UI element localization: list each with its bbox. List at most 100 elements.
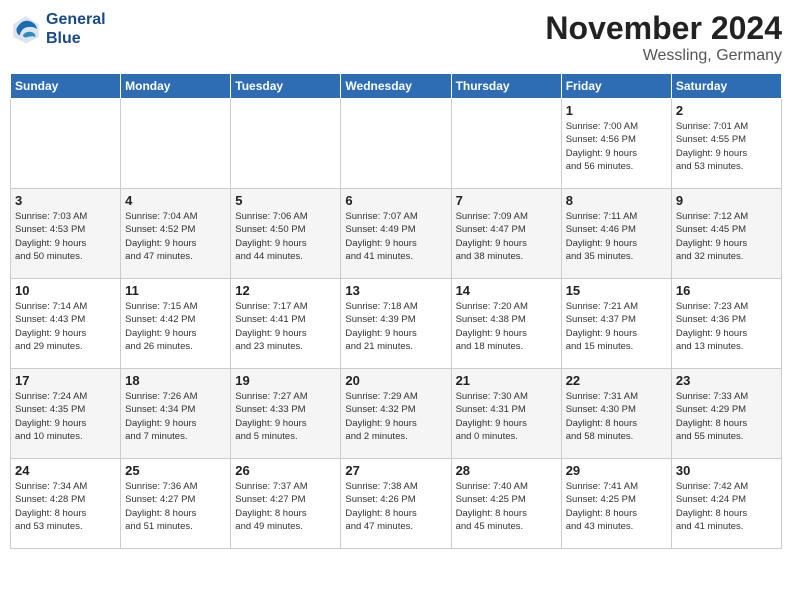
day-number: 8 [566, 193, 667, 208]
day-info: Sunrise: 7:07 AM Sunset: 4:49 PM Dayligh… [345, 210, 446, 263]
calendar-header-row: SundayMondayTuesdayWednesdayThursdayFrid… [11, 74, 782, 99]
logo: General Blue [10, 10, 106, 48]
title-area: November 2024 Wessling, Germany [545, 10, 782, 65]
day-info: Sunrise: 7:20 AM Sunset: 4:38 PM Dayligh… [456, 300, 557, 353]
day-number: 2 [676, 103, 777, 118]
day-number: 15 [566, 283, 667, 298]
calendar-cell: 13 Sunrise: 7:18 AM Sunset: 4:39 PM Dayli… [341, 279, 451, 369]
calendar-body: 1 Sunrise: 7:00 AM Sunset: 4:56 PM Daylig… [11, 99, 782, 549]
day-number: 11 [125, 283, 226, 298]
calendar-cell: 7 Sunrise: 7:09 AM Sunset: 4:47 PM Daylig… [451, 189, 561, 279]
calendar-cell: 15 Sunrise: 7:21 AM Sunset: 4:37 PM Dayli… [561, 279, 671, 369]
calendar-week-row: 10Sunrise: 7:14 AM Sunset: 4:43 PM Dayli… [11, 279, 782, 369]
day-number: 4 [125, 193, 226, 208]
day-info: Sunrise: 7:31 AM Sunset: 4:30 PM Dayligh… [566, 390, 667, 443]
day-number: 25 [125, 463, 226, 478]
day-number: 27 [345, 463, 446, 478]
calendar-week-row: 1 Sunrise: 7:00 AM Sunset: 4:56 PM Daylig… [11, 99, 782, 189]
logo-line1: General [46, 11, 106, 28]
day-number: 7 [456, 193, 557, 208]
day-number: 6 [345, 193, 446, 208]
calendar-week-row: 24Sunrise: 7:34 AM Sunset: 4:28 PM Dayli… [11, 459, 782, 549]
location-title: Wessling, Germany [545, 47, 782, 65]
calendar-week-row: 17 Sunrise: 7:24 AM Sunset: 4:35 PM Dayli… [11, 369, 782, 459]
calendar-cell: 30 Sunrise: 7:42 AM Sunset: 4:24 PM Dayli… [671, 459, 781, 549]
calendar-cell: 23Sunrise: 7:33 AM Sunset: 4:29 PM Dayli… [671, 369, 781, 459]
day-info: Sunrise: 7:12 AM Sunset: 4:45 PM Dayligh… [676, 210, 777, 263]
day-number: 22 [566, 373, 667, 388]
calendar-cell: 16Sunrise: 7:23 AM Sunset: 4:36 PM Dayli… [671, 279, 781, 369]
calendar-cell: 20 Sunrise: 7:29 AM Sunset: 4:32 PM Dayli… [341, 369, 451, 459]
day-number: 16 [676, 283, 777, 298]
day-number: 26 [235, 463, 336, 478]
header: General Blue November 2024 Wessling, Ger… [10, 10, 782, 65]
day-info: Sunrise: 7:30 AM Sunset: 4:31 PM Dayligh… [456, 390, 557, 443]
day-info: Sunrise: 7:06 AM Sunset: 4:50 PM Dayligh… [235, 210, 336, 263]
calendar-cell: 27Sunrise: 7:38 AM Sunset: 4:26 PM Dayli… [341, 459, 451, 549]
calendar-cell: 26 Sunrise: 7:37 AM Sunset: 4:27 PM Dayli… [231, 459, 341, 549]
calendar-cell: 21Sunrise: 7:30 AM Sunset: 4:31 PM Dayli… [451, 369, 561, 459]
weekday-header: Friday [561, 74, 671, 99]
logo-line2: Blue [46, 30, 81, 47]
calendar-cell: 4 Sunrise: 7:04 AM Sunset: 4:52 PM Daylig… [121, 189, 231, 279]
calendar-cell: 6 Sunrise: 7:07 AM Sunset: 4:49 PM Daylig… [341, 189, 451, 279]
day-number: 14 [456, 283, 557, 298]
calendar-cell: 9 Sunrise: 7:12 AM Sunset: 4:45 PM Daylig… [671, 189, 781, 279]
day-info: Sunrise: 7:09 AM Sunset: 4:47 PM Dayligh… [456, 210, 557, 263]
day-info: Sunrise: 7:04 AM Sunset: 4:52 PM Dayligh… [125, 210, 226, 263]
weekday-header: Wednesday [341, 74, 451, 99]
calendar-cell: 14 Sunrise: 7:20 AM Sunset: 4:38 PM Dayli… [451, 279, 561, 369]
calendar-table: SundayMondayTuesdayWednesdayThursdayFrid… [10, 73, 782, 549]
calendar-cell [11, 99, 121, 189]
day-info: Sunrise: 7:21 AM Sunset: 4:37 PM Dayligh… [566, 300, 667, 353]
calendar-cell: 1 Sunrise: 7:00 AM Sunset: 4:56 PM Daylig… [561, 99, 671, 189]
month-title: November 2024 [545, 10, 782, 47]
day-info: Sunrise: 7:27 AM Sunset: 4:33 PM Dayligh… [235, 390, 336, 443]
day-number: 13 [345, 283, 446, 298]
day-number: 17 [15, 373, 116, 388]
calendar-cell: 19 Sunrise: 7:27 AM Sunset: 4:33 PM Dayli… [231, 369, 341, 459]
day-info: Sunrise: 7:42 AM Sunset: 4:24 PM Dayligh… [676, 480, 777, 533]
day-number: 19 [235, 373, 336, 388]
calendar-cell: 2 Sunrise: 7:01 AM Sunset: 4:55 PM Daylig… [671, 99, 781, 189]
day-info: Sunrise: 7:33 AM Sunset: 4:29 PM Dayligh… [676, 390, 777, 443]
day-info: Sunrise: 7:26 AM Sunset: 4:34 PM Dayligh… [125, 390, 226, 443]
day-number: 18 [125, 373, 226, 388]
calendar-cell: 8 Sunrise: 7:11 AM Sunset: 4:46 PM Daylig… [561, 189, 671, 279]
day-number: 1 [566, 103, 667, 118]
calendar-cell: 5 Sunrise: 7:06 AM Sunset: 4:50 PM Daylig… [231, 189, 341, 279]
weekday-header: Thursday [451, 74, 561, 99]
day-info: Sunrise: 7:15 AM Sunset: 4:42 PM Dayligh… [125, 300, 226, 353]
day-info: Sunrise: 7:17 AM Sunset: 4:41 PM Dayligh… [235, 300, 336, 353]
day-number: 24 [15, 463, 116, 478]
weekday-header: Monday [121, 74, 231, 99]
calendar-cell: 10Sunrise: 7:14 AM Sunset: 4:43 PM Dayli… [11, 279, 121, 369]
day-number: 9 [676, 193, 777, 208]
calendar-cell: 22 Sunrise: 7:31 AM Sunset: 4:30 PM Dayli… [561, 369, 671, 459]
day-number: 3 [15, 193, 116, 208]
day-number: 20 [345, 373, 446, 388]
day-info: Sunrise: 7:24 AM Sunset: 4:35 PM Dayligh… [15, 390, 116, 443]
day-info: Sunrise: 7:01 AM Sunset: 4:55 PM Dayligh… [676, 120, 777, 173]
day-info: Sunrise: 7:14 AM Sunset: 4:43 PM Dayligh… [15, 300, 116, 353]
day-info: Sunrise: 7:18 AM Sunset: 4:39 PM Dayligh… [345, 300, 446, 353]
day-number: 5 [235, 193, 336, 208]
day-info: Sunrise: 7:03 AM Sunset: 4:53 PM Dayligh… [15, 210, 116, 263]
calendar-cell [341, 99, 451, 189]
day-info: Sunrise: 7:11 AM Sunset: 4:46 PM Dayligh… [566, 210, 667, 263]
calendar-week-row: 3 Sunrise: 7:03 AM Sunset: 4:53 PM Daylig… [11, 189, 782, 279]
day-number: 12 [235, 283, 336, 298]
calendar-cell: 28Sunrise: 7:40 AM Sunset: 4:25 PM Dayli… [451, 459, 561, 549]
logo-icon [10, 13, 42, 45]
calendar-cell: 17 Sunrise: 7:24 AM Sunset: 4:35 PM Dayli… [11, 369, 121, 459]
day-info: Sunrise: 7:29 AM Sunset: 4:32 PM Dayligh… [345, 390, 446, 443]
day-info: Sunrise: 7:36 AM Sunset: 4:27 PM Dayligh… [125, 480, 226, 533]
day-info: Sunrise: 7:00 AM Sunset: 4:56 PM Dayligh… [566, 120, 667, 173]
weekday-header: Tuesday [231, 74, 341, 99]
calendar-cell: 24Sunrise: 7:34 AM Sunset: 4:28 PM Dayli… [11, 459, 121, 549]
calendar-cell: 29Sunrise: 7:41 AM Sunset: 4:25 PM Dayli… [561, 459, 671, 549]
weekday-header: Sunday [11, 74, 121, 99]
day-number: 30 [676, 463, 777, 478]
calendar-cell: 3 Sunrise: 7:03 AM Sunset: 4:53 PM Daylig… [11, 189, 121, 279]
day-info: Sunrise: 7:37 AM Sunset: 4:27 PM Dayligh… [235, 480, 336, 533]
